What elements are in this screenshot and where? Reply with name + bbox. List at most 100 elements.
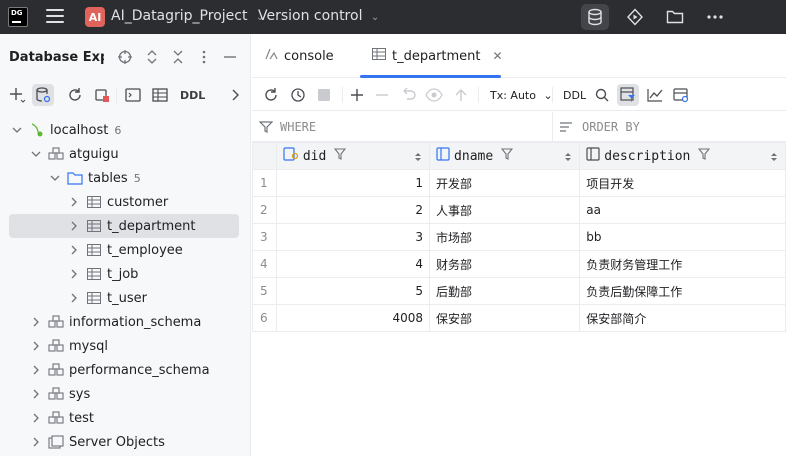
tree-item[interactable]: performance_schema: [9, 358, 239, 382]
chevron-right-icon[interactable]: [30, 388, 42, 400]
app-logo[interactable]: DG: [8, 7, 28, 27]
preview-icon[interactable]: [423, 84, 445, 106]
chevron-down-icon[interactable]: [49, 172, 61, 184]
tree-item[interactable]: atguigu: [9, 142, 239, 166]
cell-did[interactable]: 3: [275, 223, 431, 251]
cell-dname[interactable]: 财务部: [429, 250, 581, 278]
cell-did[interactable]: 2: [275, 196, 431, 224]
ddl-button[interactable]: DDL: [563, 89, 586, 102]
sort-toggle-icon[interactable]: [415, 151, 422, 166]
refresh-icon[interactable]: [64, 84, 86, 106]
history-icon[interactable]: [287, 84, 309, 106]
tab-console[interactable]: console: [264, 34, 359, 78]
sort-toggle-icon[interactable]: [565, 151, 572, 166]
table-icon[interactable]: [149, 84, 171, 106]
chevron-right-icon[interactable]: [68, 196, 80, 208]
filter-icon[interactable]: [501, 148, 514, 164]
options-icon[interactable]: [193, 46, 215, 68]
tree-item[interactable]: customer: [9, 190, 239, 214]
tree-item[interactable]: information_schema: [9, 310, 239, 334]
filter-panel-icon[interactable]: [617, 84, 639, 106]
table-row[interactable]: 4 4 财务部 负责财务管理工作: [252, 250, 786, 278]
cell-did[interactable]: 4: [275, 250, 431, 278]
chevron-right-icon[interactable]: [30, 436, 42, 448]
cell-dname[interactable]: 后勤部: [429, 277, 581, 305]
chevron-right-icon[interactable]: [30, 364, 42, 376]
add-icon[interactable]: [6, 84, 28, 106]
chevron-right-icon[interactable]: [30, 340, 42, 352]
disconnect-icon[interactable]: [91, 84, 113, 106]
cell-dname[interactable]: 人事部: [429, 196, 581, 224]
cell-description[interactable]: 项目开发: [579, 169, 786, 197]
cell-did[interactable]: 1: [275, 169, 431, 197]
table-row[interactable]: 1 1 开发部 项目开发: [252, 169, 786, 197]
column-header-dname[interactable]: dname: [429, 142, 581, 170]
tree-item[interactable]: sys: [9, 382, 239, 406]
stop-icon[interactable]: [313, 84, 335, 106]
tree-item[interactable]: t_user: [9, 286, 239, 310]
chevron-right-icon[interactable]: [68, 268, 80, 280]
chevron-down-icon[interactable]: [30, 148, 42, 160]
data-source-properties-icon[interactable]: [32, 84, 54, 106]
chart-icon[interactable]: [644, 84, 666, 106]
chevron-right-icon[interactable]: [224, 84, 246, 106]
filter-icon[interactable]: [334, 148, 347, 164]
submit-icon[interactable]: [450, 84, 472, 106]
filter-icon[interactable]: [698, 148, 711, 164]
version-control-menu[interactable]: Version control ⌄: [258, 8, 379, 24]
search-icon[interactable]: [591, 84, 613, 106]
main-menu-icon[interactable]: [46, 9, 64, 25]
project-selector[interactable]: AI_Datagrip_Project ⌄: [111, 8, 264, 24]
cell-description[interactable]: aa: [579, 196, 786, 224]
column-header-did[interactable]: did: [275, 142, 431, 170]
sort-toggle-icon[interactable]: [771, 151, 777, 166]
cell-did[interactable]: 4008: [275, 304, 431, 332]
cell-description[interactable]: 负责财务管理工作: [579, 250, 786, 278]
table-row[interactable]: 6 4008 保安部 保安部简介: [252, 304, 786, 332]
ddl-button[interactable]: DDL: [180, 89, 205, 102]
tree-item[interactable]: mysql: [9, 334, 239, 358]
cell-dname[interactable]: 市场部: [429, 223, 581, 251]
folder-icon[interactable]: [661, 4, 689, 30]
chevron-right-icon[interactable]: [30, 316, 42, 328]
table-row[interactable]: 5 5 后勤部 负责后勤保障工作: [252, 277, 786, 305]
chevron-down-icon[interactable]: [11, 124, 23, 136]
database-icon[interactable]: [581, 4, 609, 30]
cell-dname[interactable]: 保安部: [429, 304, 581, 332]
locate-icon[interactable]: [114, 46, 136, 68]
expand-all-icon[interactable]: [141, 46, 163, 68]
tree-item[interactable]: localhost 6: [9, 118, 239, 142]
table-row[interactable]: 3 3 市场部 bb: [252, 223, 786, 251]
chevron-right-icon[interactable]: [68, 244, 80, 256]
table-row[interactable]: 2 2 人事部 aa: [252, 196, 786, 224]
close-icon[interactable]: ✕: [493, 49, 503, 63]
cell-dname[interactable]: 开发部: [429, 169, 581, 197]
order-by-input[interactable]: ORDER BY: [582, 120, 640, 134]
cell-did[interactable]: 5: [275, 277, 431, 305]
refresh-icon[interactable]: [260, 84, 282, 106]
transaction-mode-dropdown[interactable]: Tx: Auto ⌄: [490, 89, 553, 102]
cell-description[interactable]: bb: [579, 223, 786, 251]
tree-item[interactable]: test: [9, 406, 239, 430]
run-icon[interactable]: [621, 4, 649, 30]
tree-item[interactable]: tables 5: [9, 166, 239, 190]
column-header-description[interactable]: description: [579, 142, 786, 170]
tree-item[interactable]: t_department: [9, 214, 239, 238]
where-input[interactable]: WHERE: [280, 120, 316, 134]
revert-icon[interactable]: [398, 84, 420, 106]
tree-item[interactable]: t_job: [9, 262, 239, 286]
add-row-icon[interactable]: [346, 84, 368, 106]
chevron-right-icon[interactable]: [68, 220, 80, 232]
delete-row-icon[interactable]: [371, 84, 393, 106]
more-icon[interactable]: [701, 4, 729, 30]
tree-item[interactable]: Server Objects: [9, 430, 239, 454]
project-badge[interactable]: AI: [85, 7, 105, 27]
cell-description[interactable]: 负责后勤保障工作: [579, 277, 786, 305]
chevron-right-icon[interactable]: [68, 292, 80, 304]
tab-t-department[interactable]: t_department ✕: [360, 34, 503, 78]
database-settings-icon[interactable]: [670, 84, 692, 106]
chevron-right-icon[interactable]: [30, 412, 42, 424]
tree-item[interactable]: t_employee: [9, 238, 239, 262]
console-icon[interactable]: [122, 84, 144, 106]
hide-panel-icon[interactable]: [219, 46, 241, 68]
